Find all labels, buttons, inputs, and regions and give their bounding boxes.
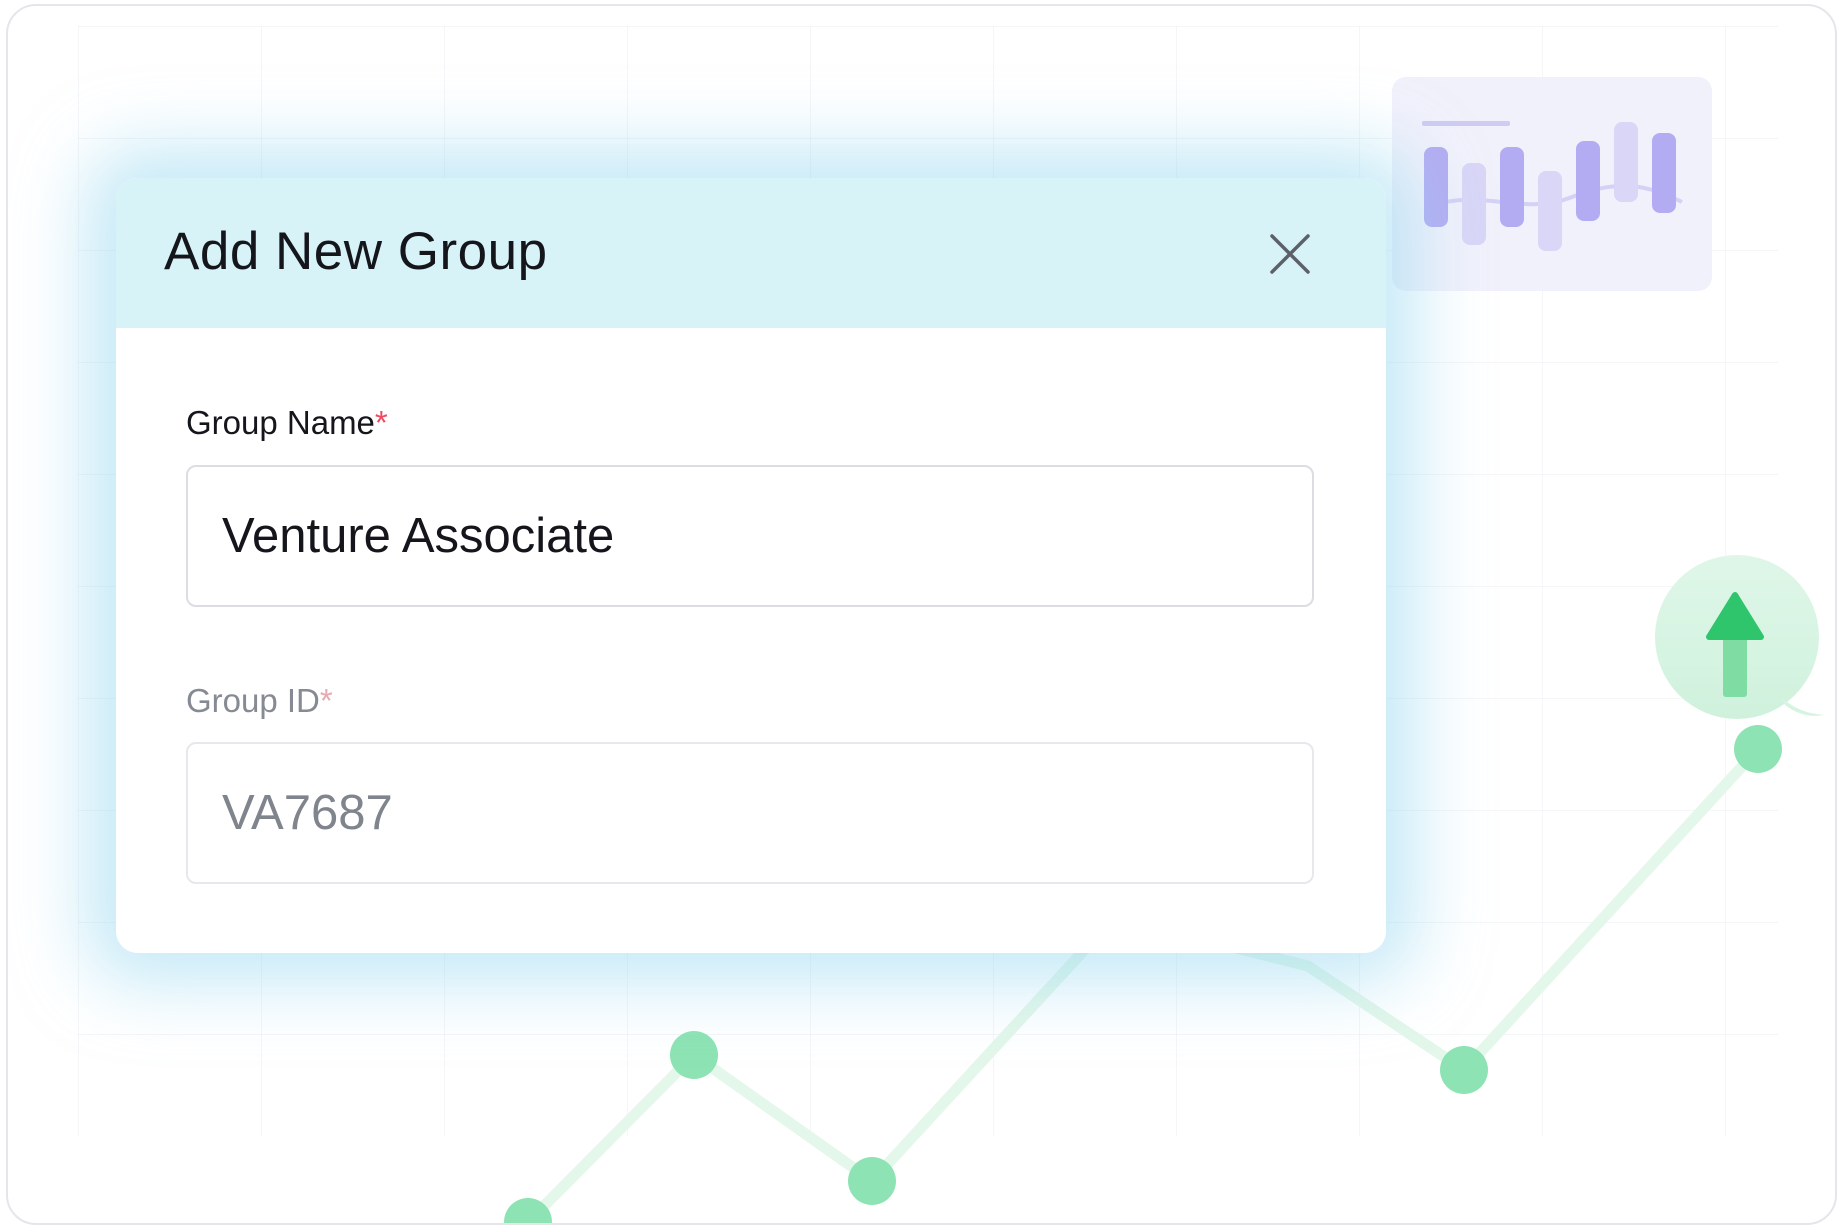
chart-point	[670, 1031, 718, 1079]
required-mark: *	[319, 682, 333, 719]
group-id-label: Group ID*	[186, 682, 333, 719]
close-icon[interactable]	[1266, 230, 1314, 278]
app-frame: Add New Group Group Name* Group ID*	[6, 4, 1837, 1225]
dialog-title: Add New Group	[164, 222, 548, 281]
trend-badge	[1655, 555, 1825, 719]
group-name-input[interactable]	[186, 465, 1314, 607]
group-id-input[interactable]	[186, 742, 1314, 884]
required-mark: *	[374, 404, 388, 441]
chart-point	[1440, 1046, 1488, 1094]
up-arrow-icon	[1706, 592, 1825, 716]
mini-bar-chart-card	[1392, 77, 1712, 291]
group-name-label: Group Name*	[186, 404, 388, 441]
dialog-header: Add New Group	[116, 178, 1386, 328]
close-button[interactable]	[1266, 230, 1314, 278]
mini-bar-chart-icon	[1422, 121, 1683, 251]
add-group-dialog: Add New Group Group Name* Group ID*	[116, 178, 1386, 953]
chart-point	[848, 1157, 896, 1205]
